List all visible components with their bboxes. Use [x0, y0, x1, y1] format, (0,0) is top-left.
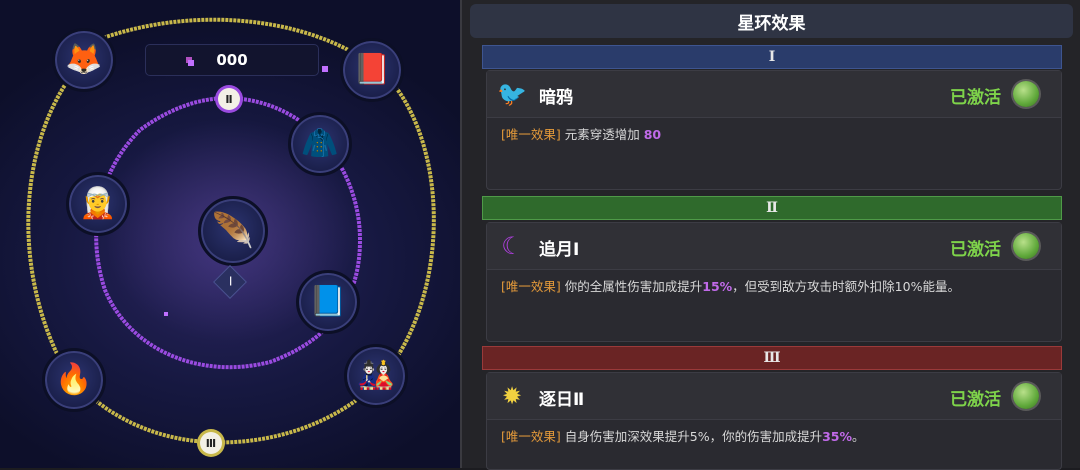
sparkle-icon — [164, 312, 168, 316]
status-orb-icon — [1013, 81, 1039, 107]
effect-value: 35% — [822, 429, 852, 444]
dark-tome-icon[interactable]: 📘 — [296, 270, 360, 334]
unique-effect-tag: [唯一效果] — [501, 429, 561, 444]
crow-feather-icon[interactable]: 🪶 — [198, 196, 268, 266]
effect-description: [唯一效果] 元素穿透增加 80 — [501, 125, 1047, 145]
effect-text: 元素穿透增加 — [560, 127, 644, 142]
star-ring-effects-panel: 星环效果 Ⅰ 🐦 暗鸦 已激活 [唯一效果] 元素穿透增加 80 Ⅱ ☾ 追月Ⅰ… — [460, 0, 1080, 470]
status-orb-icon — [1013, 383, 1039, 409]
effect-value: 15% — [702, 279, 733, 294]
tier-i-header: Ⅰ — [482, 45, 1062, 69]
fire-sword-icon[interactable]: 🔥 — [42, 348, 106, 412]
effect-text-tail: ，但受到敌方攻击时额外扣除10%能量。 — [732, 279, 960, 294]
panel-title: 星环效果 — [470, 4, 1073, 38]
card-header: 🐦 暗鸦 已激活 — [487, 71, 1061, 118]
unique-effect-tag: [唯一效果] — [501, 279, 561, 294]
status-label: 已激活 — [950, 390, 1001, 410]
effect-text: 自身伤害加深效果提升5%，你的伤害加成提升 — [560, 429, 823, 444]
counter-value: 000 — [216, 51, 248, 69]
tier-iii-header: Ⅲ — [482, 346, 1062, 370]
effect-card-sun[interactable]: ✹ 逐日Ⅱ 已激活 [唯一效果] 自身伤害加深效果提升5%，你的伤害加成提升35… — [486, 372, 1062, 470]
card-header: ✹ 逐日Ⅱ 已激活 — [487, 373, 1061, 420]
effect-value: 80 — [643, 127, 662, 142]
effect-card-moon[interactable]: ☾ 追月Ⅰ 已激活 [唯一效果] 你的全属性伤害加成提升15%，但受到敌方攻击时… — [486, 222, 1062, 342]
counter-box: 000 — [145, 44, 319, 76]
shrine-maiden-icon[interactable]: 🎎 — [344, 344, 408, 408]
center-tier-text: Ⅰ — [228, 274, 233, 289]
sparkle-icon — [188, 60, 194, 66]
sparkle-icon — [322, 66, 328, 72]
star-ring-map: 000 Ⅱ Ⅲ 🦊 📕 🧥 🧝 🪶 📘 🔥 🎎 Ⅰ — [0, 0, 460, 468]
effect-name: 追月Ⅰ — [539, 240, 580, 260]
effect-name: 逐日Ⅱ — [539, 390, 585, 410]
effect-description: [唯一效果] 你的全属性伤害加成提升15%，但受到敌方攻击时额外扣除10%能量。 — [501, 277, 1047, 297]
status-label: 已激活 — [950, 240, 1001, 260]
effect-text: 你的全属性伤害加成提升 — [560, 279, 703, 294]
spellbook-icon[interactable]: 📕 — [340, 38, 404, 102]
ring-iii-tag[interactable]: Ⅲ — [200, 432, 222, 454]
ring-ii-tag[interactable]: Ⅱ — [218, 88, 240, 110]
card-header: ☾ 追月Ⅰ 已激活 — [487, 223, 1061, 270]
fox-character-icon[interactable]: 🦊 — [52, 28, 116, 92]
status-orb-icon — [1013, 233, 1039, 259]
unique-effect-tag: [唯一效果] — [501, 127, 561, 142]
crow-icon: 🐦 — [497, 80, 527, 108]
status-label: 已激活 — [950, 88, 1001, 108]
green-hair-character-icon[interactable]: 🧝 — [66, 172, 130, 236]
effect-text-tail: 。 — [852, 429, 865, 444]
effect-description: [唯一效果] 自身伤害加深效果提升5%，你的伤害加成提升35%。 — [501, 427, 1047, 447]
effect-name: 暗鸦 — [539, 88, 573, 108]
effect-card-crow[interactable]: 🐦 暗鸦 已激活 [唯一效果] 元素穿透增加 80 — [486, 70, 1062, 190]
tier-ii-header: Ⅱ — [482, 196, 1062, 220]
purple-robe-icon[interactable]: 🧥 — [288, 112, 352, 176]
crescent-moon-icon: ☾ — [501, 232, 523, 260]
sun-icon: ✹ — [501, 382, 523, 410]
